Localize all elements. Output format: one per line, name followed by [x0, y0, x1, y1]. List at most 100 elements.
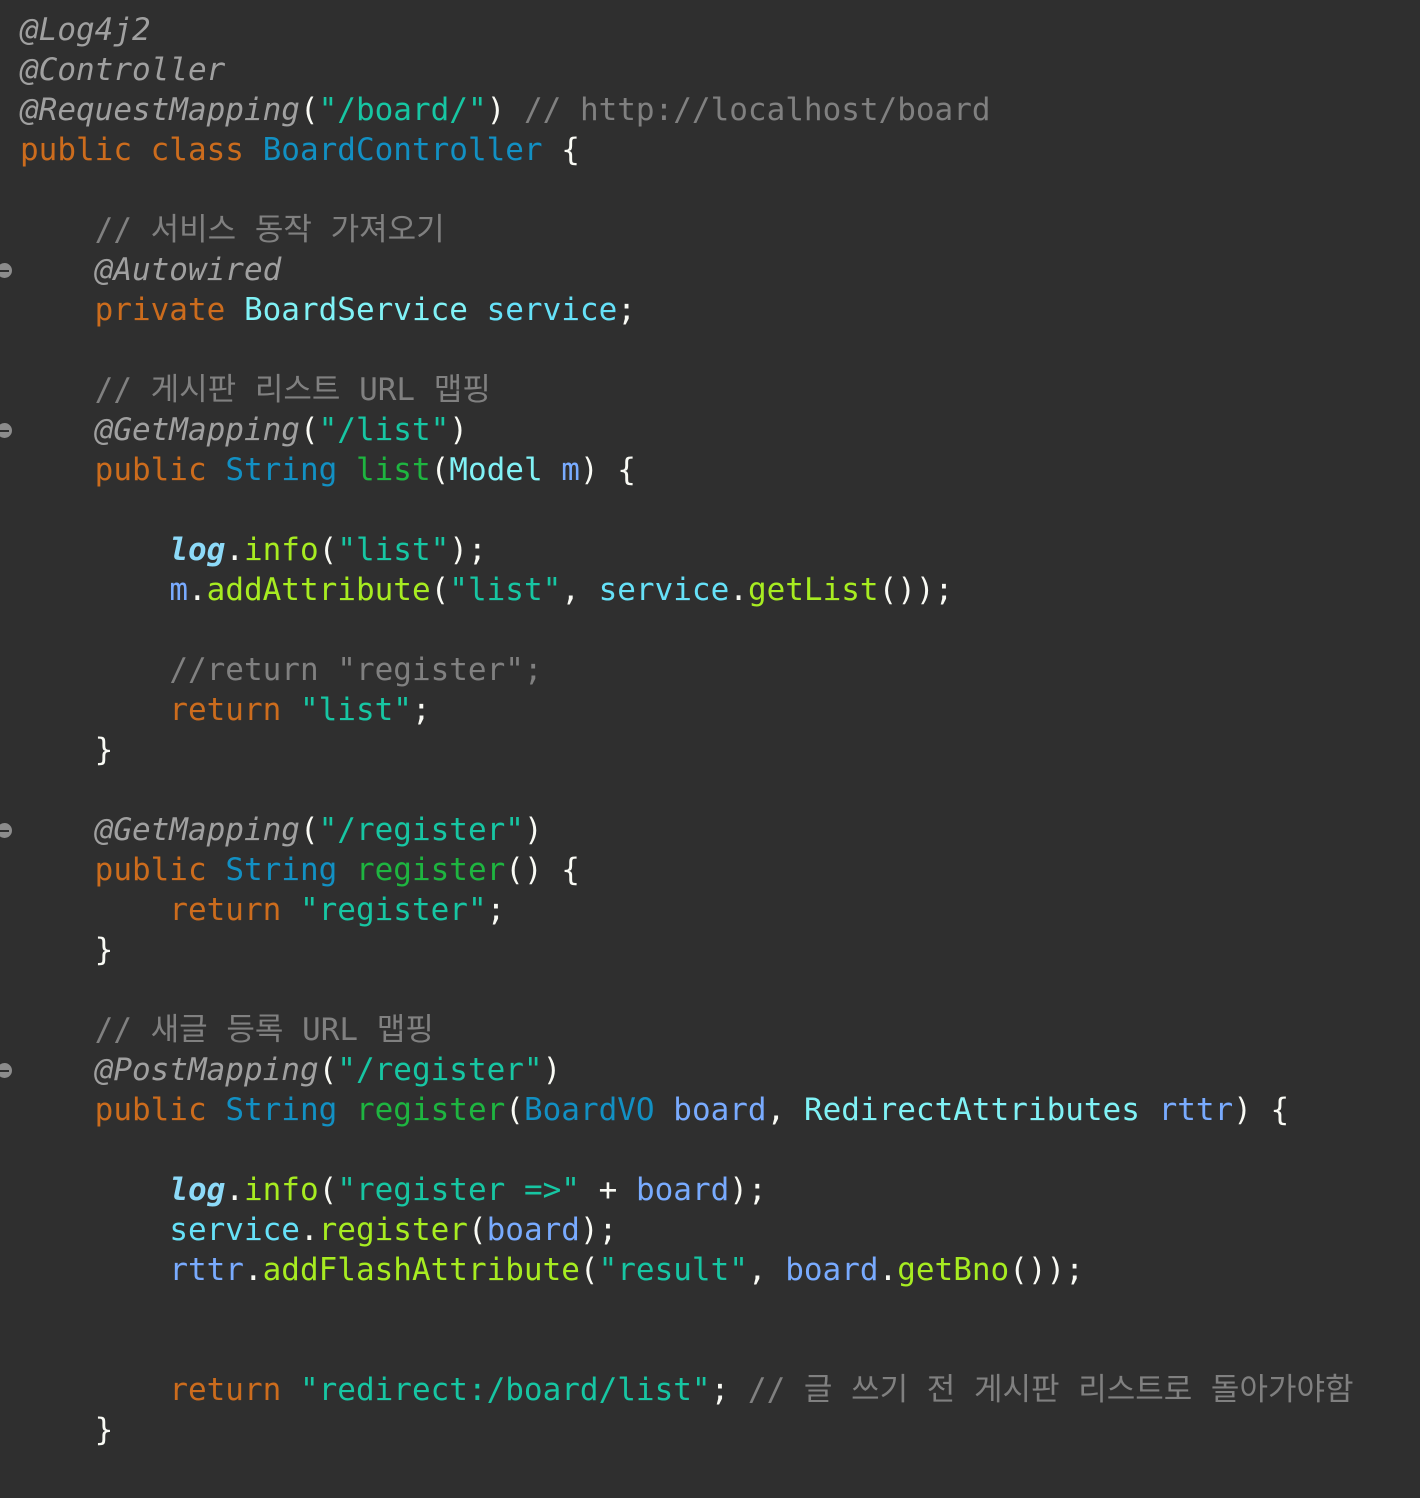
code-token: register — [355, 852, 506, 888]
code-line[interactable] — [20, 490, 1420, 530]
code-line[interactable]: service.register(board); — [20, 1210, 1420, 1250]
code-line[interactable] — [20, 1290, 1420, 1330]
code-token: "/board/" — [318, 92, 487, 128]
code-token: "/register" — [318, 812, 524, 848]
code-line[interactable]: log.info("list"); — [20, 530, 1420, 570]
code-token: // 글 쓰기 전 게시판 리스트로 돌아가야함 — [747, 1372, 1354, 1408]
code-token: BoardVO — [523, 1092, 655, 1128]
code-token: ) { — [579, 452, 636, 488]
code-token: ( — [505, 1092, 524, 1128]
code-line[interactable] — [20, 330, 1420, 370]
code-token: public class — [20, 132, 263, 168]
code-line[interactable]: } — [20, 730, 1420, 770]
code-line[interactable]: @Controller — [20, 50, 1420, 90]
code-line[interactable]: return "redirect:/board/list"; // 글 쓰기 전… — [20, 1370, 1420, 1410]
code-token: . — [243, 1252, 263, 1288]
code-token: ; — [411, 692, 431, 728]
code-token: "/register" — [337, 1052, 543, 1088]
code-line[interactable]: m.addAttribute("list", service.getList()… — [20, 570, 1420, 610]
code-line[interactable]: public class BoardController { — [20, 130, 1420, 170]
code-token: getBno — [897, 1252, 1010, 1288]
code-line[interactable]: private BoardService service; — [20, 290, 1420, 330]
code-token: ( — [430, 572, 450, 608]
code-line[interactable] — [20, 1130, 1420, 1170]
code-token: ); — [579, 1212, 618, 1248]
code-line[interactable]: log.info("register =>" + board); — [20, 1170, 1420, 1210]
code-token: Model — [449, 452, 543, 488]
code-token: ( — [318, 532, 338, 568]
code-token: . — [299, 1212, 319, 1248]
code-token: rttr — [169, 1252, 244, 1288]
code-token: log — [169, 532, 226, 568]
code-line[interactable]: //return "register"; — [20, 650, 1420, 690]
code-line[interactable]: // 게시판 리스트 URL 맵핑 — [20, 370, 1420, 410]
code-token: board — [673, 1092, 767, 1128]
code-token: String — [225, 852, 338, 888]
code-line[interactable]: public String register() { — [20, 850, 1420, 890]
code-token: ; — [486, 892, 506, 928]
code-token: () { — [505, 852, 580, 888]
code-token: // http://localhost/board — [523, 92, 991, 128]
code-token: ( — [467, 1212, 487, 1248]
code-token: "register =>" — [337, 1172, 580, 1208]
code-line[interactable]: return "list"; — [20, 690, 1420, 730]
code-line[interactable] — [20, 970, 1420, 1010]
code-line[interactable] — [20, 170, 1420, 210]
fold-toggle-icon[interactable] — [0, 423, 12, 438]
code-line[interactable]: @GetMapping("/register") — [20, 810, 1420, 850]
code-token: ()); — [878, 572, 954, 608]
code-line[interactable]: public String list(Model m) { — [20, 450, 1420, 490]
code-token: service — [486, 292, 618, 328]
code-token: m — [169, 572, 188, 608]
code-token: BoardController — [262, 132, 543, 168]
code-token: ) — [542, 1052, 562, 1088]
code-token: getList — [747, 572, 879, 608]
code-line[interactable]: @GetMapping("/list") — [20, 410, 1420, 450]
code-line[interactable]: @RequestMapping("/board/") // http://loc… — [20, 90, 1420, 130]
code-token: addFlashAttribute — [262, 1252, 580, 1288]
code-token: @Log4j2 — [20, 12, 151, 48]
code-line[interactable]: // 새글 등록 URL 맵핑 — [20, 1010, 1420, 1050]
fold-toggle-icon[interactable] — [0, 1063, 12, 1078]
fold-toggle-icon[interactable] — [0, 263, 12, 278]
code-token: + — [579, 1172, 636, 1208]
code-line[interactable]: @Autowired — [20, 250, 1420, 290]
code-line[interactable]: // 서비스 동작 가져오기 — [20, 210, 1420, 250]
code-line[interactable] — [20, 610, 1420, 650]
code-line[interactable]: public String register(BoardVO board, Re… — [20, 1090, 1420, 1130]
code-line[interactable]: } — [20, 930, 1420, 970]
code-line[interactable]: @Log4j2 — [20, 10, 1420, 50]
code-line[interactable] — [20, 1330, 1420, 1370]
code-area[interactable]: @Log4j2 @Controller @RequestMapping("/boar… — [20, 10, 1420, 1450]
code-token: @Controller — [20, 52, 226, 88]
code-token: ( — [318, 1052, 338, 1088]
code-editor[interactable]: @Log4j2 @Controller @RequestMapping("/boar… — [0, 0, 1420, 1498]
code-token: addAttribute — [206, 572, 431, 608]
code-line[interactable]: rttr.addFlashAttribute("result", board.g… — [20, 1250, 1420, 1290]
code-line[interactable]: @PostMapping("/register") — [20, 1050, 1420, 1090]
code-token: public — [94, 852, 226, 888]
code-token: board — [635, 1172, 730, 1208]
code-token: @PostMapping — [94, 1052, 319, 1088]
code-token: list — [355, 452, 431, 488]
code-token: // 서비스 동작 가져오기 — [94, 212, 445, 248]
code-line[interactable] — [20, 770, 1420, 810]
code-token: info — [243, 532, 319, 568]
code-line[interactable]: } — [20, 1410, 1420, 1450]
fold-toggle-icon[interactable] — [0, 823, 12, 838]
code-line[interactable]: return "register"; — [20, 890, 1420, 930]
code-token: . — [225, 532, 244, 568]
